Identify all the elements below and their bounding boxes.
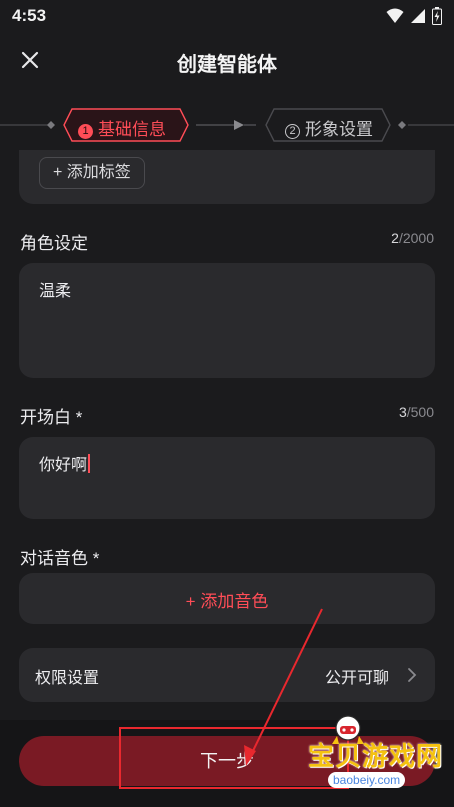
add-voice-button[interactable]: + 添加音色 xyxy=(19,573,435,624)
step-number-2: 2 xyxy=(285,124,300,139)
permission-label: 权限设置 xyxy=(35,670,100,687)
status-time: 4:53 xyxy=(12,6,47,25)
opening-value: 你好啊 xyxy=(39,457,88,474)
role-setting-counter: 2/2000 xyxy=(391,230,434,246)
role-setting-label: 角色设定 xyxy=(20,234,88,253)
opening-field[interactable]: 你好啊 xyxy=(19,437,435,519)
opening-text: 你好啊 xyxy=(39,451,91,475)
opening-counter: 3/500 xyxy=(399,404,434,420)
add-tag-button[interactable]: + 添加标签 xyxy=(39,157,145,189)
step-label-appearance: 形象设置 xyxy=(305,120,373,139)
permission-value: 公开可聊 xyxy=(324,670,389,687)
watermark-url: baobeiy.com xyxy=(328,772,406,788)
watermark-title: 宝贝游戏网 xyxy=(308,741,444,771)
step-label-basic-info: 基础信息 xyxy=(98,120,166,139)
step-number-1: 1 xyxy=(78,124,93,139)
opening-count: 3 xyxy=(398,404,407,420)
battery-charging-icon xyxy=(432,7,442,25)
text-caret xyxy=(88,454,91,473)
opening-label: 开场白 * xyxy=(20,408,83,427)
role-max: /2000 xyxy=(398,230,434,246)
permission-row[interactable]: 权限设置 公开可聊 xyxy=(19,648,435,702)
add-voice-label: + 添加音色 xyxy=(185,592,269,611)
tags-card: + 添加标签 xyxy=(19,150,435,204)
chevron-right-icon xyxy=(408,668,417,682)
stepper-graphics xyxy=(0,108,454,142)
voice-label: 对话音色 * xyxy=(20,549,100,568)
page-title: 创建智能体 xyxy=(177,54,277,76)
opening-max: /500 xyxy=(406,404,434,420)
wifi-icon xyxy=(386,8,404,23)
role-count: 2 xyxy=(391,230,399,246)
stepper: 1 基础信息 2 形象设置 xyxy=(0,104,454,146)
watermark: 宝贝游戏网 baobeiy.com xyxy=(306,712,451,804)
step-basic-info[interactable]: 1 基础信息 xyxy=(78,115,166,140)
status-bar: 4:53 xyxy=(0,0,454,32)
signal-icon xyxy=(411,9,425,23)
app-header: 创建智能体 xyxy=(0,36,454,86)
role-setting-field[interactable]: 温柔 xyxy=(19,263,435,378)
step-appearance[interactable]: 2 形象设置 xyxy=(285,115,373,140)
status-icons xyxy=(386,7,442,25)
role-setting-value: 温柔 xyxy=(39,283,72,300)
